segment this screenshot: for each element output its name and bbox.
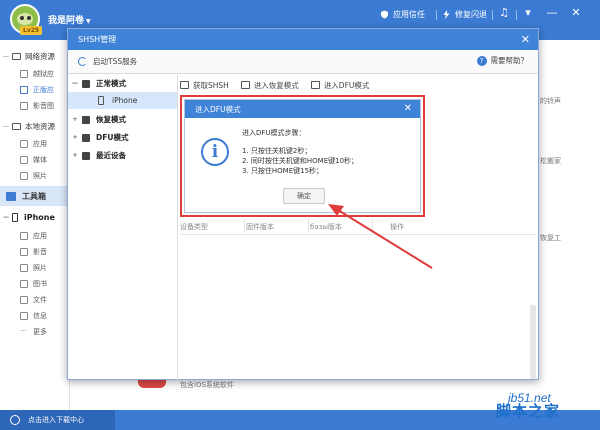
watermark-name: 脚本之家 [496,402,561,420]
annotation-arrow-icon [328,204,433,269]
